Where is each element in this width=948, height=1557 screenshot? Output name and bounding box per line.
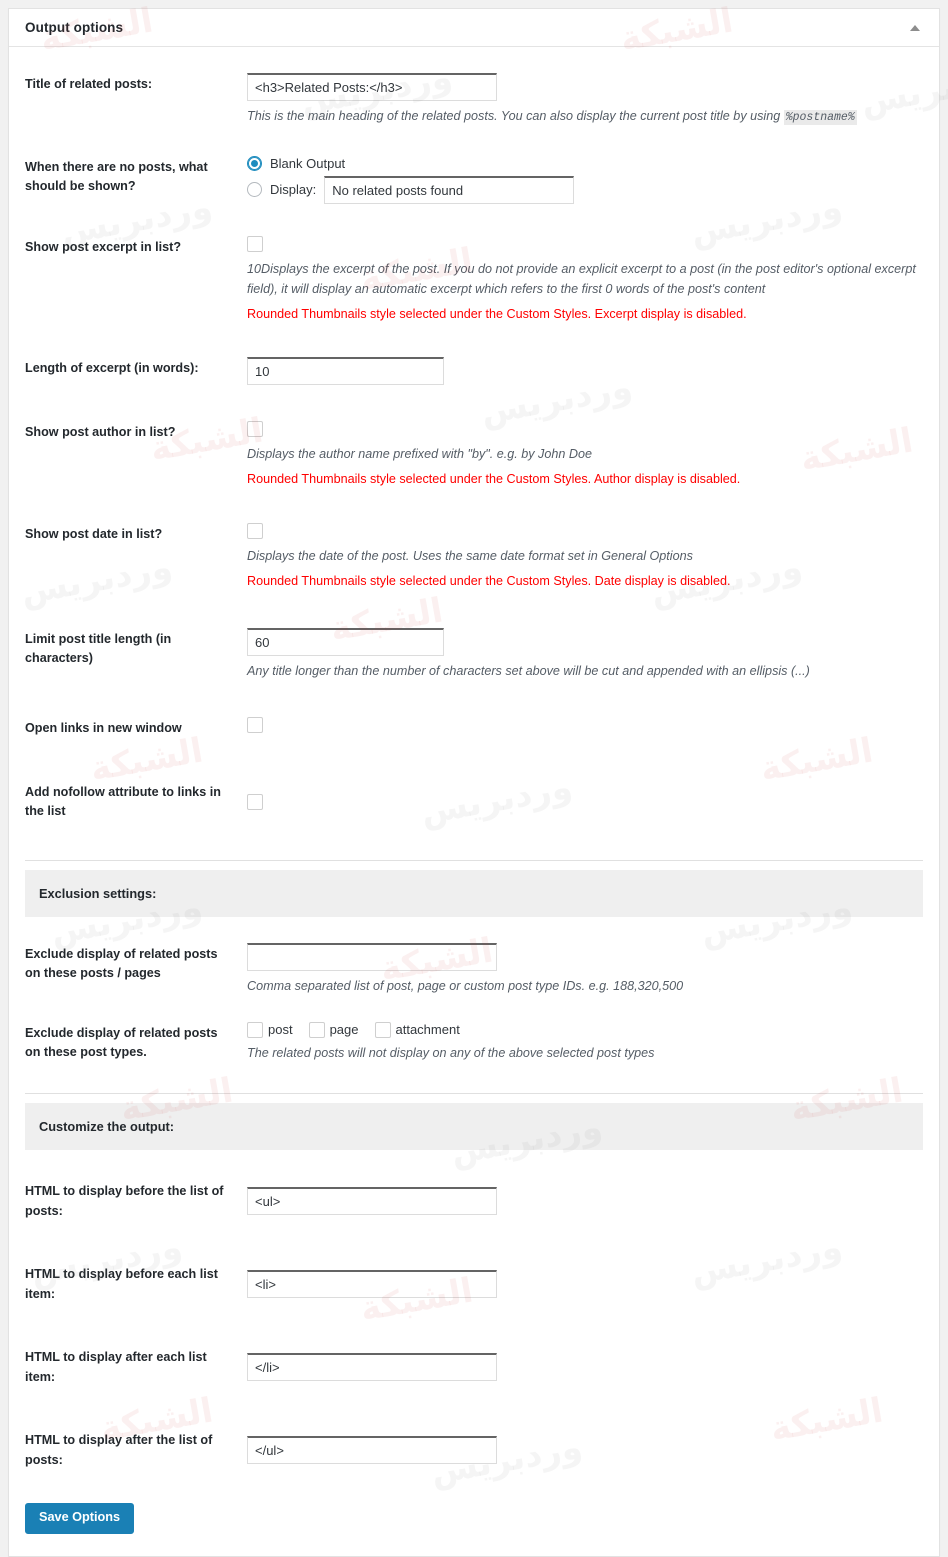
excerpt-length-input[interactable] (247, 356, 444, 385)
exclude-type-page[interactable]: page (308, 1021, 359, 1038)
page-title: Output options (25, 20, 124, 35)
radio-display-label: Display: (270, 182, 317, 198)
before-list-input[interactable] (247, 1187, 497, 1216)
label-excerpt-length: Length of excerpt (in words): (25, 360, 199, 375)
title-related-description: This is the main heading of the related … (247, 106, 923, 128)
radio-blank-output-label: Blank Output (270, 155, 346, 171)
no-posts-message-input[interactable] (324, 175, 575, 204)
exclude-ids-description: Comma separated list of post, page or cu… (247, 978, 684, 993)
label-nofollow: Add nofollow attribute to links in the l… (25, 784, 221, 819)
title-related-input[interactable] (247, 73, 497, 101)
field-row-nofollow: Add nofollow attribute to links in the l… (9, 739, 939, 860)
label-no-posts: When there are no posts, what should be … (25, 159, 208, 194)
field-row-before-item: HTML to display before each list item: (9, 1221, 939, 1304)
field-row-before-list: HTML to display before the list of posts… (9, 1150, 939, 1221)
field-row-title-length: Limit post title length (in characters) … (9, 592, 939, 681)
field-row-exclude-types: Exclude display of related posts on thes… (9, 996, 939, 1093)
triangle-up-glyph (910, 24, 920, 31)
exclude-type-page-checkbox[interactable] (308, 1021, 325, 1038)
label-before-item: HTML to display before each list item: (25, 1267, 218, 1301)
field-row-no-posts: When there are no posts, what should be … (9, 128, 939, 204)
section-exclusion-settings: Exclusion settings: (25, 869, 923, 917)
label-exclude-types: Exclude display of related posts on thes… (25, 1025, 218, 1060)
show-date-description: Displays the date of the post. Uses the … (247, 549, 693, 564)
label-new-window: Open links in new window (25, 721, 182, 735)
show-author-warning: Rounded Thumbnails style selected under … (247, 471, 741, 486)
field-row-excerpt-length: Length of excerpt (in words): (9, 325, 939, 385)
show-excerpt-checkbox[interactable] (247, 235, 263, 252)
panel-header[interactable]: Output options (9, 9, 939, 47)
postname-token: %postname% (783, 110, 857, 125)
label-after-item: HTML to display after each list item: (25, 1350, 207, 1384)
show-author-description: Displays the author name prefixed with "… (247, 446, 592, 461)
radio-blank-output-row[interactable]: Blank Output (247, 155, 923, 171)
field-row-title: Title of related posts: This is the main… (9, 47, 939, 128)
divider-customize (25, 1093, 923, 1095)
triangle-up-icon[interactable] (905, 18, 925, 38)
title-length-description: Any title longer than the number of char… (247, 663, 810, 678)
save-options-button[interactable]: Save Options (25, 1503, 135, 1535)
nofollow-checkbox[interactable] (247, 793, 263, 810)
field-row-after-item: HTML to display after each list item: (9, 1304, 939, 1387)
title-desc-text: This is the main heading of the related … (247, 109, 784, 123)
exclude-types-checkbox-group: post page attachment (247, 1021, 923, 1038)
before-item-input[interactable] (247, 1270, 497, 1299)
label-title-related: Title of related posts: (25, 77, 153, 91)
exclude-type-post-checkbox[interactable] (247, 1021, 263, 1038)
label-show-author: Show post author in list? (25, 424, 176, 439)
divider-exclusion (25, 859, 923, 861)
label-before-list: HTML to display before the list of posts… (25, 1184, 224, 1218)
radio-display-custom[interactable] (247, 182, 262, 198)
label-title-length: Limit post title length (in characters) (25, 631, 172, 666)
label-show-excerpt: Show post excerpt in list? (25, 239, 182, 254)
title-length-input[interactable] (247, 627, 444, 656)
field-row-show-excerpt: Show post excerpt in list? 10Displays th… (9, 204, 939, 325)
field-row-after-list: HTML to display after the list of posts: (9, 1387, 939, 1470)
exclude-type-attachment-label: attachment (395, 1022, 460, 1038)
exclude-types-description: The related posts will not display on an… (247, 1045, 655, 1060)
show-date-warning: Rounded Thumbnails style selected under … (247, 574, 731, 589)
exclude-type-post-label: post (268, 1022, 293, 1038)
output-options-panel: Output options Title of related posts: T… (8, 8, 940, 1557)
exclude-ids-input[interactable] (247, 942, 497, 971)
settings-page: الشبكة وردبريس الشبكة وردبريس وردبريس ال… (0, 0, 948, 1557)
label-after-list: HTML to display after the list of posts: (25, 1433, 213, 1467)
after-item-input[interactable] (247, 1353, 497, 1382)
radio-display-row[interactable]: Display: (247, 175, 923, 204)
show-author-checkbox[interactable] (247, 420, 263, 437)
form-actions: Save Options (9, 1470, 939, 1556)
field-row-show-date: Show post date in list? Displays the dat… (9, 489, 939, 592)
exclude-type-attachment[interactable]: attachment (374, 1021, 460, 1038)
section-customize-output: Customize the output: (25, 1103, 923, 1151)
field-row-show-author: Show post author in list? Displays the a… (9, 385, 939, 490)
label-show-date: Show post date in list? (25, 527, 163, 542)
show-excerpt-warning: Rounded Thumbnails style selected under … (247, 307, 747, 322)
after-list-input[interactable] (247, 1436, 497, 1465)
options-form: Title of related posts: This is the main… (9, 47, 939, 1556)
new-window-checkbox[interactable] (247, 717, 263, 733)
exclude-type-page-label: page (329, 1022, 359, 1038)
exclude-type-post[interactable]: post (247, 1021, 293, 1038)
field-row-new-window: Open links in new window (9, 681, 939, 739)
exclude-type-attachment-checkbox[interactable] (374, 1021, 391, 1038)
radio-blank-output[interactable] (247, 155, 262, 171)
label-exclude-ids: Exclude display of related posts on thes… (25, 946, 218, 981)
show-date-checkbox[interactable] (247, 523, 263, 540)
show-excerpt-description: 10Displays the excerpt of the post. If y… (247, 261, 916, 297)
field-row-exclude-ids: Exclude display of related posts on thes… (9, 917, 939, 996)
